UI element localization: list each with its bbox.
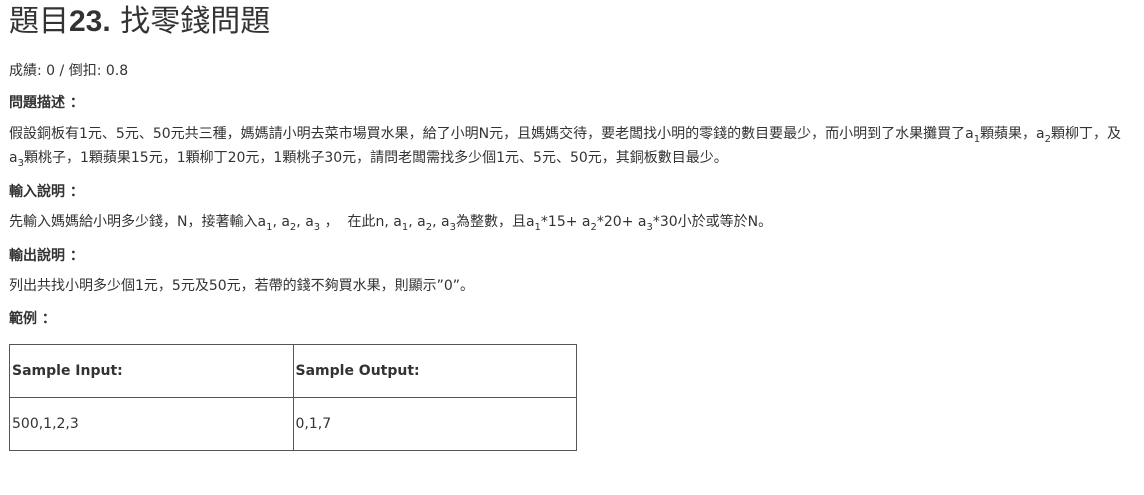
input-part: *30小於或等於N。	[652, 214, 773, 230]
problem-page: 題目23. 找零錢問題 成績: 0 / 倒扣: 0.8 問題描述 ： 假設銅板有…	[0, 0, 1144, 495]
description-heading: 問題描述 ：	[9, 95, 84, 111]
description-part: 顆蘋果，a	[980, 126, 1045, 142]
title-prefix: 題目	[9, 4, 69, 39]
header-sample-input: Sample Input:	[9, 344, 294, 398]
sample-table: Sample Input: Sample Output: 500,1,2,3 0…	[9, 344, 577, 451]
output-heading: 輸出說明 ：	[9, 248, 84, 264]
sample-input-value: 500,1,2,3	[9, 397, 294, 451]
score-line: 成績: 0 / 倒扣: 0.8	[9, 63, 129, 79]
table-row: 500,1,2,3 0,1,7	[9, 397, 577, 451]
input-part: *20+ a	[596, 214, 647, 230]
input-part: , a	[296, 214, 314, 230]
input-part: *15+ a	[540, 214, 591, 230]
description-text: 假設銅板有1元、5元、50元共三種，媽媽請小明去菜市場買水果，給了小明N元，且媽…	[9, 122, 1134, 170]
input-part: 為整數，且a	[455, 214, 535, 230]
input-part: 先輸入媽媽給小明多少錢，N，接著輸入a	[9, 214, 267, 230]
example-heading: 範例 ：	[9, 311, 56, 327]
input-part: ， 在此n, a	[320, 214, 402, 230]
input-part: , a	[432, 214, 450, 230]
description-part: 顆桃子，1顆蘋果15元，1顆柳丁20元，1顆桃子30元，請問老闆需找多少個1元、…	[23, 150, 728, 166]
table-header-row: Sample Input: Sample Output:	[9, 344, 577, 398]
input-heading: 輸入說明 ：	[9, 184, 84, 200]
input-part: , a	[408, 214, 426, 230]
title-name: 找零錢問題	[120, 4, 271, 39]
output-text: 列出共找小明多少個1元，5元及50元，若帶的錢不夠買水果，則顯示”0”。	[9, 278, 475, 294]
input-part: , a	[272, 214, 290, 230]
title-number: 23.	[69, 5, 111, 38]
description-part: 假設銅板有1元、5元、50元共三種，媽媽請小明去菜市場買水果，給了小明N元，且媽…	[9, 126, 974, 142]
input-text: 先輸入媽媽給小明多少錢，N，接著輸入a1, a2, a3 ， 在此n, a1, …	[9, 210, 1144, 234]
header-sample-output: Sample Output:	[292, 344, 577, 398]
sample-output-value: 0,1,7	[292, 397, 577, 451]
page-title: 題目23. 找零錢問題	[9, 0, 1144, 50]
